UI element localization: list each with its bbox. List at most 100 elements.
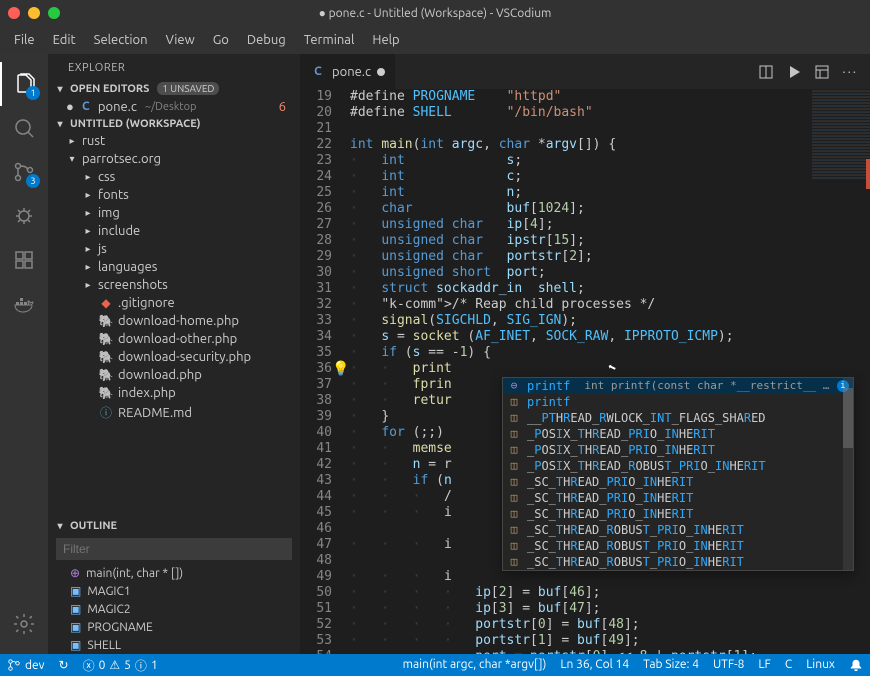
autocomplete-item[interactable]: ◫_SC_THREAD_ROBUST_PRIO_INHERIT (503, 554, 853, 570)
lightbulb-icon[interactable]: 💡 (332, 361, 349, 377)
outline-main-int--char------[interactable]: ⊕main(int, char * []) (48, 564, 300, 582)
code-line[interactable]: #define SHELL "/bin/bash" (350, 105, 870, 121)
maximize-window-icon[interactable] (48, 7, 60, 19)
status-position[interactable]: Ln 36, Col 14 (553, 658, 636, 671)
code-line[interactable]: · · · i (350, 569, 870, 585)
status-encoding[interactable]: UTF-8 (706, 658, 751, 671)
scrollbar-thumb[interactable] (843, 388, 853, 448)
status-bell[interactable] (842, 658, 870, 672)
open-editor-item[interactable]: ● C pone.c ~/Desktop 6 (48, 97, 300, 116)
status-sync[interactable]: ↻ (52, 654, 76, 676)
activity-settings[interactable] (0, 602, 48, 646)
code-line[interactable]: · · · · port = portstr[0] << 8 | portstr… (350, 649, 870, 654)
menu-help[interactable]: Help (364, 29, 407, 51)
autocomplete-item[interactable]: ◫_SC_THREAD_ROBUST_PRIO_INHERIT (503, 538, 853, 554)
folder-rust[interactable]: ▸rust (48, 132, 300, 150)
autocomplete-item[interactable]: ◫_POSIX_THREAD_PRIO_INHERIT (503, 426, 853, 442)
menu-file[interactable]: File (6, 29, 43, 51)
outline-filter-input[interactable] (56, 538, 292, 560)
autocomplete-item[interactable]: ◫__PTHREAD_RWLOCK_INT_FLAGS_SHARED (503, 410, 853, 426)
activity-debug[interactable] (0, 194, 48, 238)
activity-scm[interactable]: 3 (0, 150, 48, 194)
folder-include[interactable]: ▸include (48, 222, 300, 240)
autocomplete-item[interactable]: ⊖printfint printf(const char *__restrict… (503, 378, 853, 394)
code-line[interactable]: · · · · portstr[0] = buf[48]; (350, 617, 870, 633)
code-line[interactable]: · int n; (350, 185, 870, 201)
code-line[interactable]: · struct sockaddr_in shell; (350, 281, 870, 297)
menu-terminal[interactable]: Terminal (296, 29, 363, 51)
outline-shell[interactable]: ▣SHELL (48, 636, 300, 654)
open-editors-header[interactable]: ▾ OPEN EDITORS 1 UNSAVED (48, 80, 300, 97)
autocomplete-item[interactable]: ◫_POSIX_THREAD_ROBUST_PRIO_INHERIT (503, 458, 853, 474)
folder-img[interactable]: ▸img (48, 204, 300, 222)
code-line[interactable]: #define PROGNAME "httpd" (350, 89, 870, 105)
activity-docker[interactable] (0, 282, 48, 326)
status-tabsize[interactable]: Tab Size: 4 (636, 658, 706, 671)
autocomplete-item[interactable]: ◫_SC_THREAD_PRIO_INHERIT (503, 490, 853, 506)
folder-languages[interactable]: ▸languages (48, 258, 300, 276)
status-problems[interactable]: ⓧ0 ⚠5 ⓘ1 (76, 654, 165, 676)
menu-edit[interactable]: Edit (45, 29, 84, 51)
autocomplete-item[interactable]: ◫_SC_THREAD_PRIO_INHERIT (503, 506, 853, 522)
menu-go[interactable]: Go (205, 29, 237, 51)
minimize-window-icon[interactable] (28, 7, 40, 19)
autocomplete-item[interactable]: ◫printf (503, 394, 853, 410)
code-line[interactable]: · int c; (350, 169, 870, 185)
menu-debug[interactable]: Debug (239, 29, 294, 51)
outline-magic2[interactable]: ▣MAGIC2 (48, 600, 300, 618)
close-window-icon[interactable] (8, 7, 20, 19)
autocomplete-item[interactable]: ◫_SC_THREAD_PRIO_INHERIT (503, 474, 853, 490)
code-line[interactable]: int main(int argc, char *argv[]) { (350, 137, 870, 153)
outline-header[interactable]: ▾ OUTLINE (48, 518, 300, 534)
code-line[interactable]: · unsigned short port; (350, 265, 870, 281)
code-editor[interactable]: 1920212223242526272829303132333435363738… (300, 89, 870, 654)
split-editor-icon[interactable] (758, 64, 774, 80)
code-line[interactable]: 💡· · print (350, 361, 870, 377)
status-eol[interactable]: LF (751, 658, 777, 671)
status-os[interactable]: Linux (799, 658, 842, 671)
file-download-home.php[interactable]: 🐘download-home.php (48, 312, 300, 330)
more-icon[interactable]: ··· (842, 65, 858, 79)
code-line[interactable]: · char buf[1024]; (350, 201, 870, 217)
folder-screenshots[interactable]: ▸screenshots (48, 276, 300, 294)
file-.gitignore[interactable]: ◆.gitignore (48, 294, 300, 312)
folder-css[interactable]: ▸css (48, 168, 300, 186)
code-line[interactable]: · if (s == -1) { (350, 345, 870, 361)
folder-parrotsec.org[interactable]: ▾parrotsec.org (48, 150, 300, 168)
outline-progname[interactable]: ▣PROGNAME (48, 618, 300, 636)
code-line[interactable]: · unsigned char ipstr[15]; (350, 233, 870, 249)
workspace-header[interactable]: ▾ UNTITLED (WORKSPACE) (48, 116, 300, 132)
layout-icon[interactable] (814, 64, 830, 80)
tab-pone-c[interactable]: C pone.c (300, 54, 396, 89)
code-content[interactable]: ⬉ #define PROGNAME "httpd"#define SHELL … (350, 89, 870, 654)
file-index.php[interactable]: 🐘index.php (48, 384, 300, 402)
file-download-security.php[interactable]: 🐘download-security.php (48, 348, 300, 366)
folder-js[interactable]: ▸js (48, 240, 300, 258)
autocomplete-scrollbar[interactable] (843, 378, 853, 570)
code-line[interactable]: · · · · portstr[1] = buf[49]; (350, 633, 870, 649)
code-line[interactable]: · unsigned char ip[4]; (350, 217, 870, 233)
run-icon[interactable] (786, 64, 802, 80)
folder-fonts[interactable]: ▸fonts (48, 186, 300, 204)
status-language[interactable]: C (778, 658, 799, 671)
file-README.md[interactable]: ⓘREADME.md (48, 402, 300, 423)
activity-extensions[interactable] (0, 238, 48, 282)
menu-selection[interactable]: Selection (86, 29, 156, 51)
menu-view[interactable]: View (158, 29, 203, 51)
status-branch[interactable]: dev (0, 654, 52, 676)
file-download.php[interactable]: 🐘download.php (48, 366, 300, 384)
status-breadcrumb[interactable]: main(int argc, char *argv[]) (396, 658, 554, 671)
activity-explorer[interactable]: 1 (0, 62, 48, 106)
autocomplete-popup[interactable]: i ⊖printfint printf(const char *__restri… (502, 377, 854, 571)
autocomplete-item[interactable]: ◫_POSIX_THREAD_PRIO_INHERIT (503, 442, 853, 458)
code-line[interactable]: · "k-comm">/* Reap child processes */ (350, 297, 870, 313)
code-line[interactable]: · · · · ip[2] = buf[46]; (350, 585, 870, 601)
code-line[interactable]: · · · · ip[3] = buf[47]; (350, 601, 870, 617)
code-line[interactable]: · unsigned char portstr[2]; (350, 249, 870, 265)
code-line[interactable]: · int s; (350, 153, 870, 169)
code-line[interactable]: · signal(SIGCHLD, SIG_IGN); (350, 313, 870, 329)
file-download-other.php[interactable]: 🐘download-other.php (48, 330, 300, 348)
activity-search[interactable] (0, 106, 48, 150)
autocomplete-item[interactable]: ◫_SC_THREAD_ROBUST_PRIO_INHERIT (503, 522, 853, 538)
code-line[interactable] (350, 121, 870, 137)
